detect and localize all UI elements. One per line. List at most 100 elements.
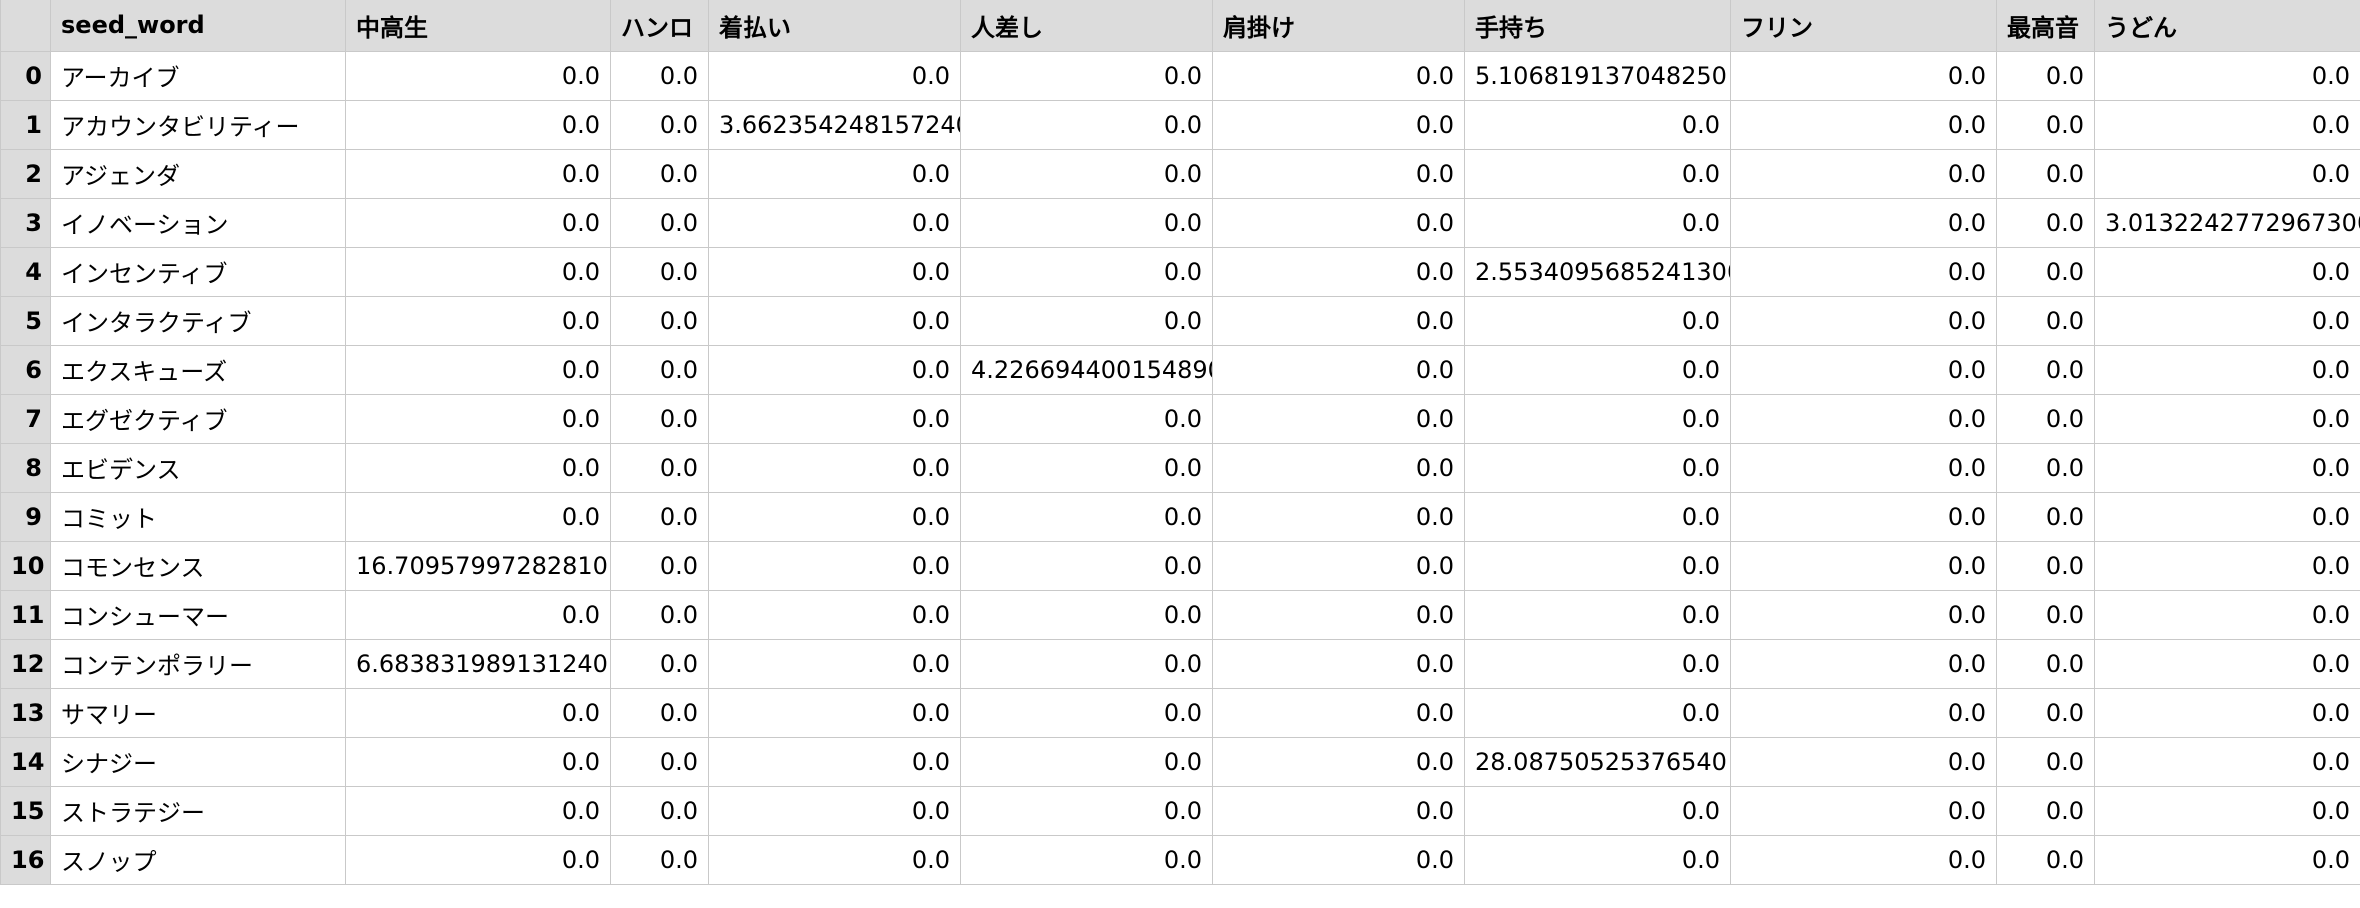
value-cell[interactable]: 0.0	[708, 785, 961, 836]
seed-word-cell[interactable]: コンテンポラリー	[50, 638, 346, 689]
column-header[interactable]: 着払い	[708, 0, 961, 52]
value-cell[interactable]: 0.0	[960, 295, 1213, 346]
column-header[interactable]: フリン	[1730, 0, 1997, 52]
value-cell[interactable]: 0.0	[1996, 393, 2095, 444]
value-cell[interactable]: 0.0	[1212, 491, 1465, 542]
column-header[interactable]: ハンロ	[610, 0, 709, 52]
value-cell[interactable]: 0.0	[1212, 540, 1465, 591]
value-cell[interactable]: 0.0	[708, 197, 961, 248]
value-cell[interactable]: 0.0	[345, 491, 611, 542]
value-cell[interactable]: 0.0	[708, 344, 961, 395]
value-cell[interactable]: 28.08750525376540	[1464, 736, 1731, 787]
value-cell[interactable]: 0.0	[1996, 834, 2095, 885]
value-cell[interactable]: 0.0	[1212, 295, 1465, 346]
value-cell[interactable]: 0.0	[610, 736, 709, 787]
value-cell[interactable]: 0.0	[1464, 491, 1731, 542]
value-cell[interactable]: 0.0	[345, 442, 611, 493]
value-cell[interactable]: 0.0	[2094, 295, 2360, 346]
value-cell[interactable]: 0.0	[1996, 197, 2095, 248]
column-header[interactable]: 中高生	[345, 0, 611, 52]
value-cell[interactable]: 0.0	[2094, 540, 2360, 591]
value-cell[interactable]: 0.0	[1212, 638, 1465, 689]
value-cell[interactable]: 0.0	[708, 393, 961, 444]
value-cell[interactable]: 0.0	[1464, 99, 1731, 150]
row-index[interactable]: 2	[0, 148, 51, 199]
value-cell[interactable]: 0.0	[708, 246, 961, 297]
value-cell[interactable]: 0.0	[345, 99, 611, 150]
row-index[interactable]: 4	[0, 246, 51, 297]
value-cell[interactable]: 0.0	[610, 99, 709, 150]
seed-word-cell[interactable]: スノップ	[50, 834, 346, 885]
value-cell[interactable]: 0.0	[610, 785, 709, 836]
value-cell[interactable]: 0.0	[1996, 540, 2095, 591]
value-cell[interactable]: 0.0	[1212, 785, 1465, 836]
value-cell[interactable]: 0.0	[1212, 393, 1465, 444]
value-cell[interactable]: 0.0	[1464, 540, 1731, 591]
value-cell[interactable]: 0.0	[1730, 834, 1997, 885]
value-cell[interactable]: 0.0	[1996, 295, 2095, 346]
value-cell[interactable]: 0.0	[708, 442, 961, 493]
value-cell[interactable]: 0.0	[610, 491, 709, 542]
value-cell[interactable]: 0.0	[960, 589, 1213, 640]
row-index[interactable]: 8	[0, 442, 51, 493]
value-cell[interactable]: 0.0	[1212, 834, 1465, 885]
value-cell[interactable]: 0.0	[1212, 148, 1465, 199]
value-cell[interactable]: 0.0	[345, 295, 611, 346]
seed-word-cell[interactable]: エビデンス	[50, 442, 346, 493]
row-index[interactable]: 10	[0, 540, 51, 591]
row-index[interactable]: 9	[0, 491, 51, 542]
row-index[interactable]: 14	[0, 736, 51, 787]
column-header[interactable]: 肩掛け	[1212, 0, 1465, 52]
value-cell[interactable]: 0.0	[610, 344, 709, 395]
value-cell[interactable]: 0.0	[1464, 344, 1731, 395]
value-cell[interactable]: 0.0	[2094, 442, 2360, 493]
value-cell[interactable]: 0.0	[1996, 736, 2095, 787]
value-cell[interactable]: 0.0	[2094, 687, 2360, 738]
value-cell[interactable]: 0.0	[610, 442, 709, 493]
row-index[interactable]: 1	[0, 99, 51, 150]
value-cell[interactable]: 0.0	[1464, 295, 1731, 346]
value-cell[interactable]: 0.0	[345, 148, 611, 199]
value-cell[interactable]: 0.0	[1730, 491, 1997, 542]
value-cell[interactable]: 0.0	[1212, 589, 1465, 640]
row-index[interactable]: 7	[0, 393, 51, 444]
value-cell[interactable]: 0.0	[1730, 344, 1997, 395]
value-cell[interactable]: 16.70957997282810	[345, 540, 611, 591]
seed-word-cell[interactable]: アカウンタビリティー	[50, 99, 346, 150]
value-cell[interactable]: 0.0	[708, 736, 961, 787]
value-cell[interactable]: 0.0	[1212, 344, 1465, 395]
value-cell[interactable]: 0.0	[708, 50, 961, 101]
value-cell[interactable]: 0.0	[345, 197, 611, 248]
value-cell[interactable]: 0.0	[610, 687, 709, 738]
value-cell[interactable]: 0.0	[1464, 638, 1731, 689]
column-header[interactable]: うどん	[2094, 0, 2360, 52]
value-cell[interactable]: 0.0	[1212, 99, 1465, 150]
seed-word-cell[interactable]: エグゼクティブ	[50, 393, 346, 444]
value-cell[interactable]: 0.0	[610, 638, 709, 689]
value-cell[interactable]: 0.0	[345, 393, 611, 444]
value-cell[interactable]: 0.0	[1212, 246, 1465, 297]
value-cell[interactable]: 0.0	[2094, 344, 2360, 395]
value-cell[interactable]: 0.0	[1464, 589, 1731, 640]
column-header[interactable]: 手持ち	[1464, 0, 1731, 52]
seed-word-cell[interactable]: コミット	[50, 491, 346, 542]
value-cell[interactable]: 0.0	[1730, 99, 1997, 150]
value-cell[interactable]: 0.0	[960, 393, 1213, 444]
value-cell[interactable]: 0.0	[1464, 687, 1731, 738]
value-cell[interactable]: 0.0	[1996, 99, 2095, 150]
row-index[interactable]: 12	[0, 638, 51, 689]
seed-word-cell[interactable]: アーカイブ	[50, 50, 346, 101]
value-cell[interactable]: 0.0	[1730, 687, 1997, 738]
value-cell[interactable]: 0.0	[1730, 148, 1997, 199]
value-cell[interactable]: 0.0	[1730, 246, 1997, 297]
value-cell[interactable]: 0.0	[1464, 442, 1731, 493]
value-cell[interactable]: 0.0	[1996, 344, 2095, 395]
value-cell[interactable]: 0.0	[2094, 834, 2360, 885]
value-cell[interactable]: 0.0	[1996, 148, 2095, 199]
value-cell[interactable]: 0.0	[960, 687, 1213, 738]
value-cell[interactable]: 0.0	[1212, 687, 1465, 738]
value-cell[interactable]: 0.0	[610, 148, 709, 199]
value-cell[interactable]: 0.0	[1730, 540, 1997, 591]
value-cell[interactable]: 5.106819137048250	[1464, 50, 1731, 101]
value-cell[interactable]: 0.0	[1212, 736, 1465, 787]
